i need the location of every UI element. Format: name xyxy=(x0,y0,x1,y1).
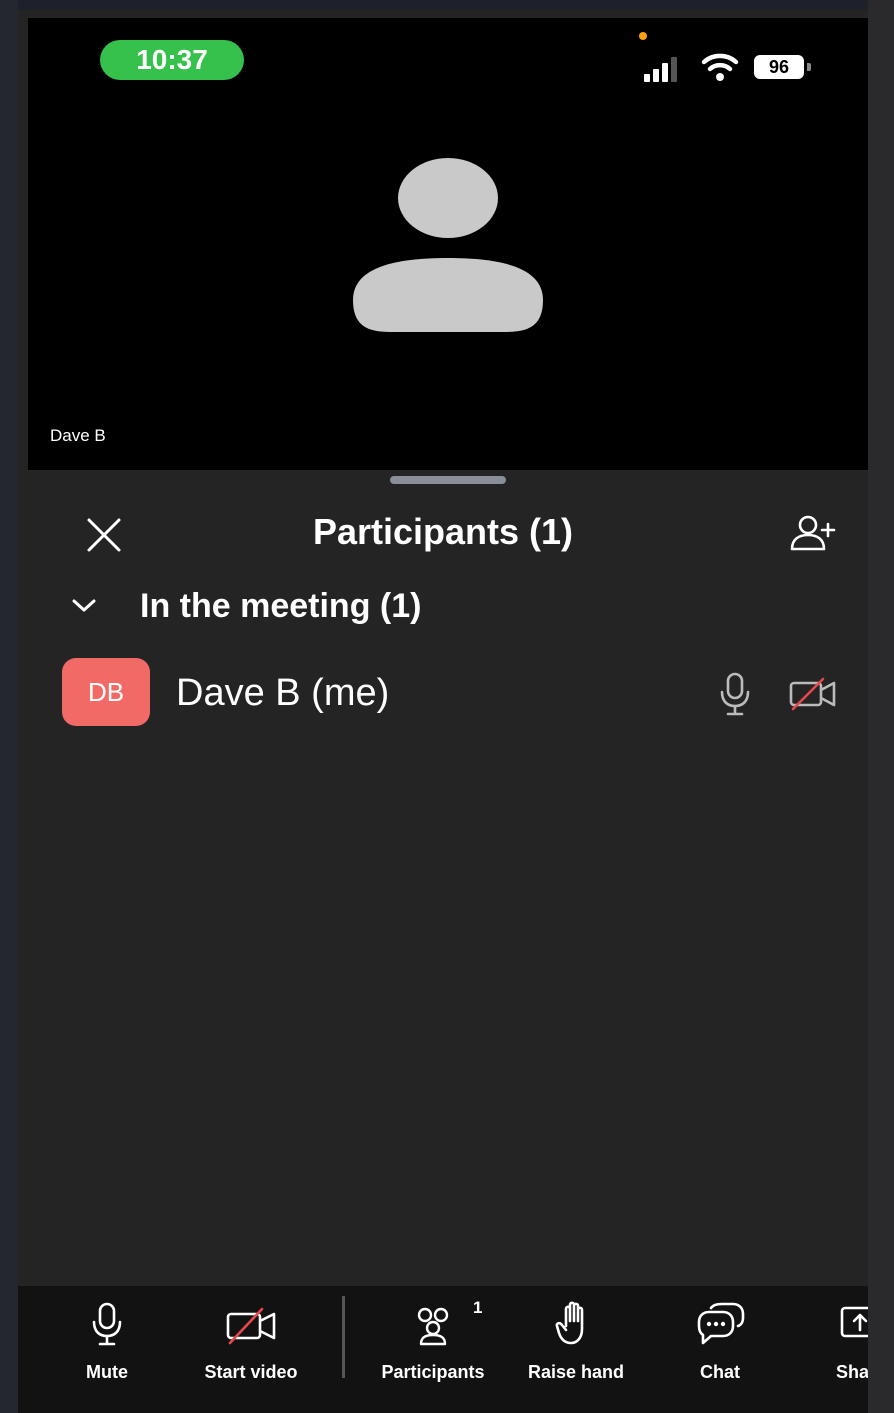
mute-label: Mute xyxy=(86,1362,128,1382)
microphone-icon xyxy=(92,1302,122,1346)
battery-level: 96 xyxy=(754,55,804,79)
raise-hand-button[interactable]: Raise hand xyxy=(514,1286,638,1413)
raise-hand-label: Raise hand xyxy=(527,1362,625,1382)
chevron-down-icon[interactable] xyxy=(68,590,100,622)
mic-in-use-indicator xyxy=(639,32,647,40)
battery-tip xyxy=(807,63,811,71)
video-off-icon xyxy=(789,677,836,711)
participants-title: Participants (1) xyxy=(312,511,574,552)
chat-icon xyxy=(697,1302,745,1345)
share-button[interactable]: Sha xyxy=(830,1286,868,1413)
add-participant-icon[interactable] xyxy=(788,512,836,556)
start-video-button[interactable]: Start video xyxy=(186,1286,316,1413)
meeting-screen: 10:37 96 Dave B Participants (1) In the … xyxy=(18,10,868,1413)
toolbar-divider xyxy=(342,1296,345,1378)
participant-name: Dave B (me) xyxy=(176,672,390,714)
mute-button[interactable]: Mute xyxy=(58,1286,156,1413)
share-label: Sha xyxy=(836,1362,868,1382)
avatar: DB xyxy=(62,658,150,726)
participants-count-badge: 1 xyxy=(473,1298,483,1317)
raise-hand-icon xyxy=(555,1301,584,1345)
avatar-placeholder-icon xyxy=(353,158,543,332)
screen-edge-right xyxy=(868,0,894,1413)
status-bar: 10:37 96 xyxy=(28,18,868,108)
sheet-drag-handle[interactable] xyxy=(390,476,506,484)
video-participant-name: Dave B xyxy=(50,426,106,445)
participants-button[interactable]: 1 Participants xyxy=(366,1286,500,1413)
chat-label: Chat xyxy=(700,1362,740,1382)
screen-edge-left xyxy=(0,0,18,1413)
video-tile[interactable]: 10:37 96 Dave B xyxy=(28,18,868,470)
cellular-signal-icon xyxy=(644,57,677,82)
start-video-label: Start video xyxy=(204,1362,298,1382)
participants-icon xyxy=(417,1307,449,1346)
battery-icon: 96 xyxy=(754,55,814,79)
in-meeting-section-header[interactable]: In the meeting (1) xyxy=(140,584,421,628)
share-screen-icon xyxy=(840,1306,868,1338)
meeting-toolbar: Mute Start video 1 Participants Raise ha… xyxy=(18,1286,868,1413)
microphone-icon xyxy=(720,672,750,716)
participants-label: Participants xyxy=(381,1362,485,1382)
wifi-icon xyxy=(701,53,739,81)
status-time: 10:37 xyxy=(100,40,244,80)
participant-row[interactable]: DB Dave B (me) xyxy=(18,658,868,728)
chat-button[interactable]: Chat xyxy=(670,1286,770,1413)
video-off-icon xyxy=(226,1307,276,1345)
